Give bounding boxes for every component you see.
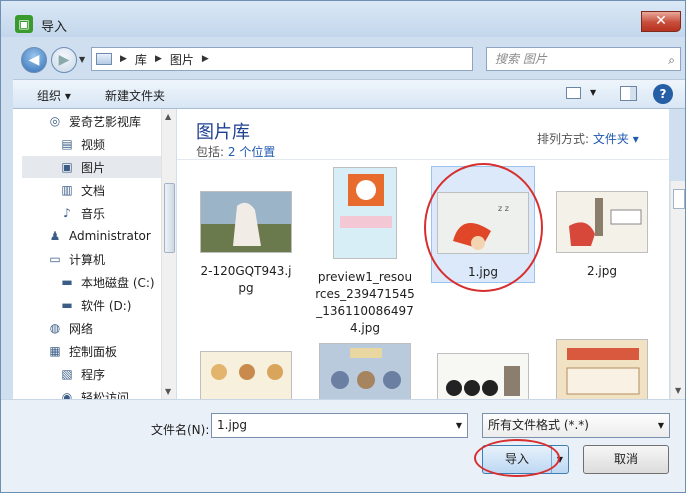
file-thumbnail: [556, 191, 649, 254]
drive-icon: ▬: [61, 298, 73, 312]
navigation-scrollbar[interactable]: ▲ ▼: [161, 109, 176, 399]
nav-item-video[interactable]: ▤ 视频: [59, 133, 175, 155]
close-button[interactable]: ✕: [641, 11, 681, 32]
file-name: preview1_resou rces_239471545 _13611008649…: [315, 270, 415, 335]
nav-item-iqiyi[interactable]: ◎ 爱奇艺影视库: [47, 110, 175, 132]
view-dropdown-icon[interactable]: ▼: [590, 88, 596, 97]
scroll-down-icon[interactable]: ▼: [675, 386, 681, 395]
organize-menu[interactable]: 组织 ▾: [37, 87, 71, 104]
file-thumbnail: [556, 339, 649, 399]
help-icon[interactable]: ?: [653, 84, 673, 104]
file-list-pane: 图片库 包括: 2 个位置 排列方式: 文件夹 ▾ 2-120GQT943.j p…: [177, 109, 669, 399]
nav-item-accessibility[interactable]: ◉ 轻松访问: [59, 386, 175, 399]
nav-item-administrator[interactable]: ♟ Administrator: [47, 225, 175, 247]
divider: [177, 159, 669, 160]
file-thumbnail: [200, 351, 293, 399]
view-mode-icon[interactable]: [566, 87, 581, 99]
folder-icon: [96, 53, 112, 65]
history-dropdown-icon[interactable]: ▼: [79, 55, 85, 64]
file-thumbnail: [200, 191, 293, 254]
file-name-label: 文件名(N):: [151, 423, 210, 437]
file-thumbnail: [437, 353, 530, 399]
arrange-by: 排列方式: 文件夹 ▾: [537, 132, 639, 146]
back-button[interactable]: ◀: [21, 47, 47, 73]
annotation-circle: [424, 163, 543, 292]
app-icon: ◎: [49, 114, 61, 128]
address-bar-row: ◀ ▶ ▼ ▶ 库 ▶ 图片 ▶ ▼ ⇆ 搜索 图片 ⌕: [1, 37, 685, 79]
picture-icon: ▣: [61, 160, 73, 174]
chevron-down-icon[interactable]: ▼: [658, 414, 664, 437]
video-icon: ▤: [61, 137, 73, 151]
dialog-footer: 文件名(N): 1.jpg ▼ 所有文件格式 (*.*) ▼ 导入 ▼ 取消: [1, 399, 685, 492]
file-thumbnail: [333, 167, 398, 260]
document-icon: ▥: [61, 183, 73, 197]
nav-item-network[interactable]: ◍ 网络: [47, 317, 175, 339]
annotation-circle: [474, 439, 560, 477]
control-panel-icon: ▦: [49, 344, 61, 358]
search-input[interactable]: 搜索 图片 ⌕: [486, 47, 681, 71]
network-icon: ◍: [49, 321, 61, 335]
locations-link[interactable]: 2 个位置: [228, 145, 275, 159]
command-toolbar: 组织 ▾ 新建文件夹 ▼ ?: [13, 79, 685, 109]
chevron-down-icon[interactable]: ▼: [456, 414, 462, 437]
file-tile[interactable]: 2-120GQT943.j pg: [194, 191, 298, 297]
program-icon: ▧: [61, 367, 73, 381]
nav-item-pictures[interactable]: ▣ 图片: [22, 156, 167, 178]
file-tile[interactable]: [194, 351, 298, 399]
breadcrumb-pictures[interactable]: 图片: [170, 51, 194, 68]
scroll-up-icon[interactable]: ▲: [165, 112, 171, 121]
chevron-right-icon[interactable]: ▶: [202, 54, 209, 64]
breadcrumb-library[interactable]: 库: [135, 51, 147, 68]
import-dialog: ▣ 导入 ✕ ◀ ▶ ▼ ▶ 库 ▶ 图片 ▶ ▼ ⇆ 搜索 图片 ⌕ 组织 ▾…: [0, 0, 686, 493]
file-name-input[interactable]: 1.jpg ▼: [211, 413, 468, 438]
preview-pane-icon[interactable]: [620, 86, 637, 101]
file-tile[interactable]: [550, 339, 654, 399]
new-folder-button[interactable]: 新建文件夹: [105, 87, 165, 104]
file-thumbnail: [319, 343, 412, 399]
scroll-thumb[interactable]: [164, 183, 175, 253]
scroll-thumb[interactable]: [673, 189, 685, 209]
library-title: 图片库: [196, 122, 250, 143]
accessibility-icon: ◉: [61, 390, 73, 399]
computer-icon: ▭: [49, 252, 61, 266]
nav-item-drive-c[interactable]: ▬ 本地磁盘 (C:): [59, 271, 175, 293]
navigation-pane: ◎ 爱奇艺影视库 ▤ 视频 ▣ 图片 ▥ 文档 ♪ 音乐 ♟ Administrator ▭…: [13, 109, 176, 399]
drive-icon: ▬: [61, 275, 73, 289]
cancel-button[interactable]: 取消: [583, 445, 669, 474]
file-tile[interactable]: [431, 353, 535, 399]
file-name: 2-120GQT943.j pg: [200, 264, 292, 295]
file-tile[interactable]: 2.jpg: [550, 191, 654, 280]
window-title: 导入: [41, 20, 68, 35]
nav-item-programs[interactable]: ▧ 程序: [59, 363, 175, 385]
nav-item-control-panel[interactable]: ▦ 控制面板: [47, 340, 175, 362]
search-placeholder: 搜索 图片: [495, 52, 547, 66]
music-icon: ♪: [63, 206, 71, 220]
forward-button[interactable]: ▶: [51, 47, 77, 73]
nav-item-computer[interactable]: ▭ 计算机: [47, 248, 175, 270]
file-name: 2.jpg: [586, 264, 618, 278]
file-tile[interactable]: preview1_resou rces_239471545 _13611008649…: [313, 167, 417, 337]
user-icon: ♟: [49, 229, 61, 243]
scroll-down-icon[interactable]: ▼: [165, 387, 171, 396]
arrange-dropdown[interactable]: 文件夹 ▾: [593, 132, 639, 146]
chevron-right-icon[interactable]: ▶: [120, 54, 127, 64]
chevron-right-icon[interactable]: ▶: [155, 54, 162, 64]
nav-item-documents[interactable]: ▥ 文档: [59, 179, 175, 201]
app-icon: ▣: [15, 15, 33, 33]
title-bar: ▣ 导入 ✕: [1, 1, 685, 37]
file-type-select[interactable]: 所有文件格式 (*.*) ▼: [482, 413, 670, 438]
file-tile[interactable]: [313, 343, 417, 399]
address-bar[interactable]: ▶ 库 ▶ 图片 ▶ ▼ ⇆: [91, 47, 562, 71]
nav-item-drive-d[interactable]: ▬ 软件 (D:): [59, 294, 175, 316]
search-icon[interactable]: ⌕: [668, 49, 675, 71]
nav-item-music[interactable]: ♪ 音乐: [59, 202, 175, 224]
file-list-scrollbar[interactable]: ▼: [670, 181, 685, 399]
library-locations: 包括: 2 个位置: [196, 145, 276, 159]
